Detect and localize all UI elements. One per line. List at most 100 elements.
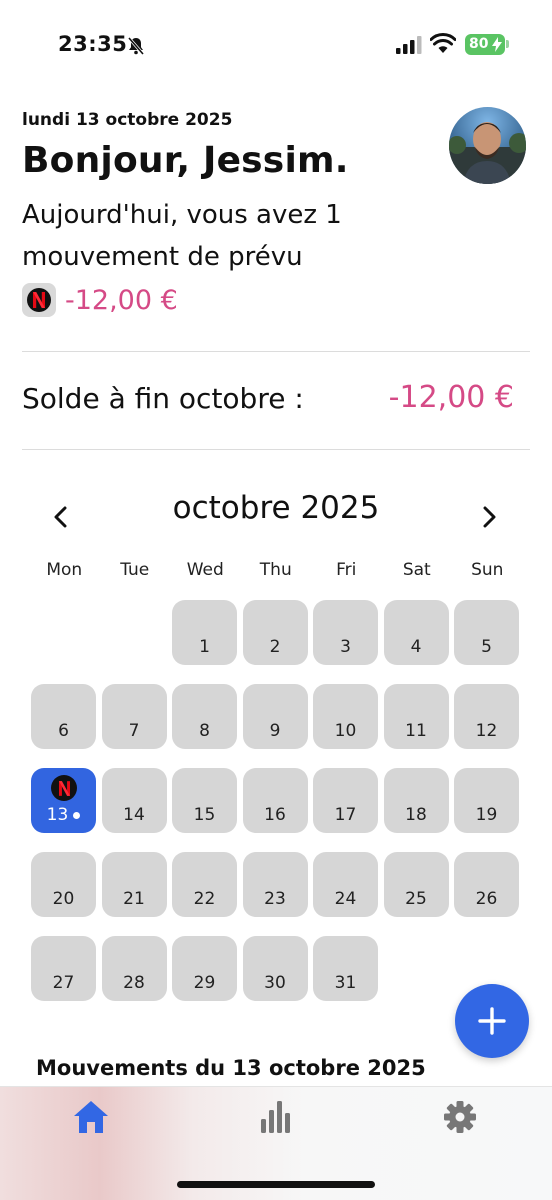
balance-value: -12,00 € [388, 380, 514, 415]
weekday-label: Tue [120, 560, 150, 580]
calendar-day[interactable]: 16 [242, 768, 308, 833]
gear-icon [444, 1101, 476, 1133]
calendar-day[interactable]: 3 [313, 600, 378, 665]
calendar-day-number: 3 [340, 637, 351, 657]
calendar-day[interactable]: 9 [242, 684, 308, 749]
calendar-day[interactable]: 18 [383, 768, 449, 833]
battery-level: 80 [469, 36, 489, 52]
calendar-day-number: 23 [264, 889, 286, 909]
weekday-label: Sun [471, 560, 504, 580]
tab-home[interactable] [71, 1097, 111, 1137]
calendar-day-number: 25 [405, 889, 427, 909]
calendar-day[interactable]: 24 [313, 852, 378, 917]
battery-nub [506, 40, 509, 48]
calendar-day[interactable]: 23 [242, 852, 308, 917]
battery-indicator: 80 [465, 34, 505, 55]
divider [22, 351, 530, 352]
calendar-day-number: 15 [193, 805, 216, 825]
avatar[interactable] [449, 107, 526, 184]
calendar-day-number: 12 [475, 721, 498, 741]
calendar-day-number: 7 [128, 721, 140, 741]
calendar-day[interactable]: 21 [101, 852, 167, 917]
weekday-label: Fri [336, 560, 357, 580]
calendar-day-number: 30 [264, 973, 286, 993]
calendar-day[interactable]: 26 [454, 852, 519, 917]
calendar-day[interactable]: 27 [31, 936, 96, 1001]
calendar-grid: 1 2 3 4 5 6 7 8 9 10 11 12 13 14 15 16 17 18 19 20 21 22 23 24 2… [31, 600, 519, 1001]
calendar-day-number: 16 [264, 805, 286, 825]
calendar-day-number: 24 [334, 889, 357, 909]
calendar-day-number: 18 [405, 805, 427, 825]
calendar-day-number: 20 [52, 889, 75, 909]
calendar-day[interactable]: 29 [172, 936, 237, 1001]
weekday-header: Mon Tue Wed Thu Fri Sat Sun [29, 560, 523, 580]
calendar-day-number: 13 [46, 805, 69, 825]
movements-section-title: Mouvements du 13 octobre 2025 [36, 1056, 426, 1080]
calendar-day-number: 27 [52, 973, 75, 993]
calendar-day-today[interactable]: 13 [31, 768, 96, 833]
calendar-day-number: 5 [481, 637, 492, 657]
day-summary: Aujourd'hui, vous avez 1 mouvement de pr… [22, 200, 342, 272]
calendar-day[interactable]: 20 [31, 852, 96, 917]
event-dot [73, 811, 81, 819]
tab-settings[interactable] [440, 1097, 480, 1137]
calendar-day-number: 29 [193, 973, 216, 993]
calendar-day[interactable]: 19 [454, 768, 519, 833]
greeting-title: Bonjour, Jessim. [22, 140, 349, 181]
netflix-icon [51, 775, 77, 801]
calendar-day[interactable]: 1 [172, 600, 237, 665]
status-bar: 23:35 80 [0, 0, 552, 90]
calendar-day-number: 1 [199, 637, 210, 657]
calendar-day[interactable]: 31 [313, 936, 378, 1001]
weekday-label: Mon [46, 560, 83, 580]
calendar-day-number: 4 [410, 637, 422, 657]
add-movement-button[interactable] [455, 984, 529, 1058]
chevron-right-icon [483, 506, 496, 528]
calendar-day-number: 19 [475, 805, 498, 825]
previous-month-button[interactable] [46, 500, 76, 534]
calendar-empty-cell [102, 600, 167, 665]
calendar-day[interactable]: 22 [172, 852, 237, 917]
avatar-photo [449, 107, 526, 184]
next-month-button[interactable] [474, 500, 504, 534]
calendar-day[interactable]: 30 [242, 936, 308, 1001]
calendar-day-number: 28 [123, 973, 145, 993]
upcoming-amount: -12,00 € [65, 284, 178, 316]
calendar-day-number: 9 [269, 721, 281, 741]
calendar-day-number: 21 [123, 889, 145, 909]
home-icon [74, 1101, 108, 1133]
tab-statistics[interactable] [256, 1097, 296, 1137]
divider [22, 449, 530, 450]
calendar-day-number: 22 [193, 889, 216, 909]
calendar-day[interactable]: 15 [172, 768, 237, 833]
calendar-day[interactable]: 4 [383, 600, 449, 665]
today-date: lundi 13 octobre 2025 [22, 110, 233, 130]
weekday-label: Wed [186, 560, 224, 580]
calendar-day[interactable]: 10 [313, 684, 378, 749]
calendar-day-number: 6 [58, 721, 69, 741]
weekday-label: Sat [402, 560, 431, 580]
calendar-day[interactable]: 8 [172, 684, 237, 749]
calendar-day-number: 14 [123, 805, 145, 825]
upcoming-movement: -12,00 € [22, 282, 178, 318]
calendar-day[interactable]: 28 [101, 936, 167, 1001]
calendar-day-number: 10 [334, 721, 357, 741]
signal-icon [396, 36, 422, 54]
netflix-icon [27, 288, 51, 312]
calendar-day-number: 8 [199, 721, 210, 741]
chevron-left-icon [54, 506, 67, 528]
calendar-day-number: 17 [334, 805, 357, 825]
calendar-day[interactable]: 17 [313, 768, 378, 833]
calendar-day[interactable]: 12 [454, 684, 519, 749]
calendar-day[interactable]: 2 [242, 600, 308, 665]
calendar-day[interactable]: 11 [383, 684, 449, 749]
calendar-day-number: 26 [475, 889, 498, 909]
calendar-day-number: 11 [405, 721, 427, 741]
calendar-day[interactable]: 5 [454, 600, 519, 665]
calendar-day[interactable]: 14 [101, 768, 167, 833]
calendar-day[interactable]: 7 [101, 684, 167, 749]
calendar-day[interactable]: 25 [383, 852, 449, 917]
calendar-empty-cell [31, 600, 96, 665]
calendar-day[interactable]: 6 [31, 684, 96, 749]
bell-muted-icon [127, 37, 145, 55]
